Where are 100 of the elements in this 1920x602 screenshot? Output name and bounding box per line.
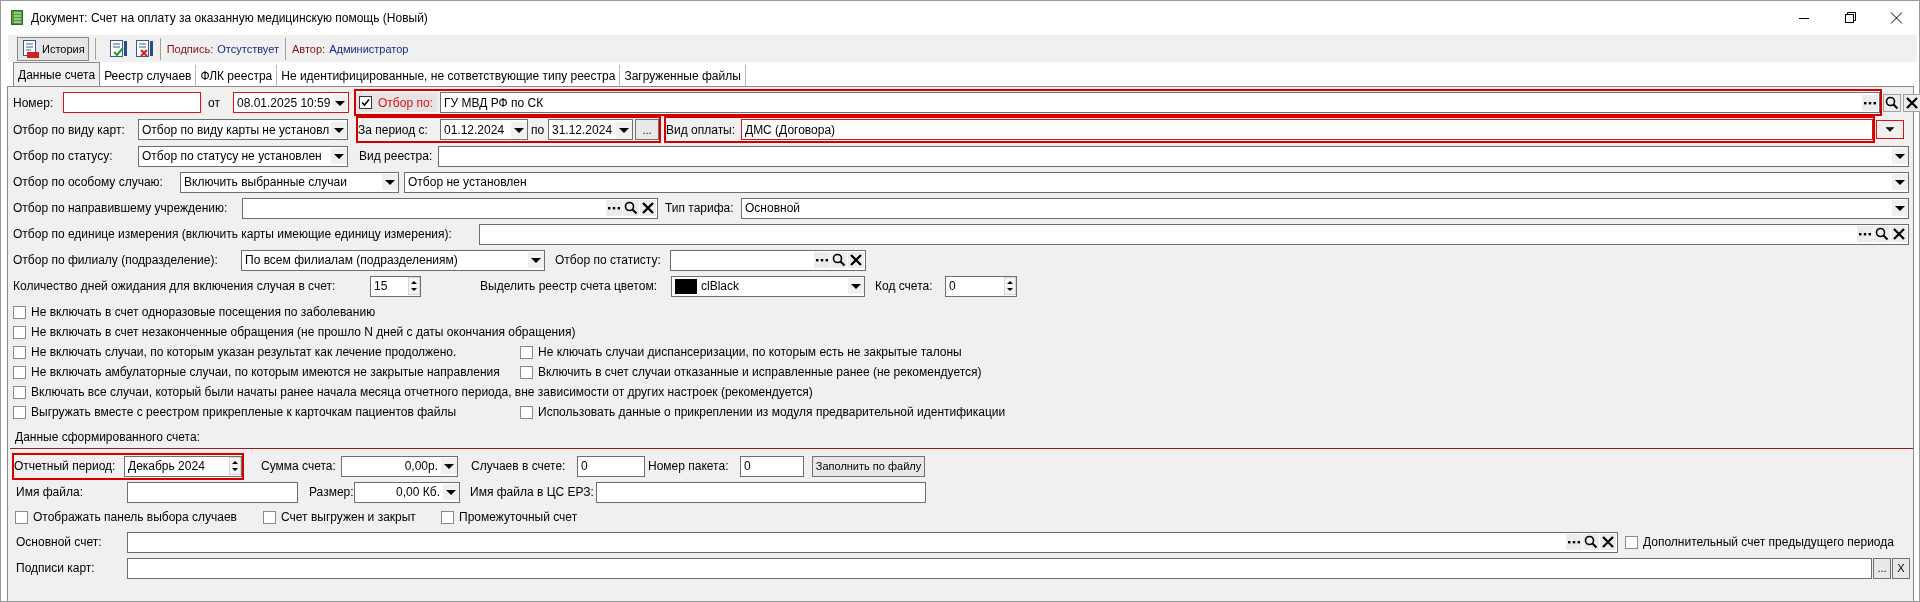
window-title: Документ: Счет на оплату за оказанную медицинскую помощь (Новый) [31,10,428,25]
date-field[interactable]: 31.12.2024 [548,119,633,140]
checkbox[interactable]: Использовать данные о прикреплении из модуля предварительной идентификации [520,405,1006,419]
dropdown[interactable]: 0,00р. [341,455,458,477]
field-label: Имя файла: [16,485,84,499]
checkbox[interactable]: Не включать в счет одноразовые посещения по заболеванию [13,305,520,319]
field-label: по [531,122,546,137]
field-label: Номер: [13,95,55,110]
spin-arrows-icon[interactable] [1004,277,1016,295]
dropdown[interactable]: По всем филиалам (подразделениям) [241,249,545,271]
checkbox[interactable]: Не ключать случаи диспансеризации, по которым есть не закрытые талоны [520,345,962,359]
dropdown[interactable]: Включить выбранные случаи [180,171,399,193]
ellipsis-icon[interactable] [1857,226,1873,242]
checkbox[interactable]: Включать все случаи, который были начаты ранее начала месяца отчетного периода, вне зависимости от других настроек (рекомендуется) [13,385,813,399]
field-label: Количество дней ожидания для включения случая в счет: [13,279,337,293]
input-field[interactable]: 0 [577,455,645,477]
lookup-field[interactable] [670,249,866,271]
dropdown[interactable]: Отбор не установлен [404,171,1909,193]
button[interactable]: X [1892,557,1910,579]
caret-icon[interactable] [382,174,398,190]
spin-field[interactable]: Декабрь 2024 [124,455,242,477]
field-label: Подписи карт: [16,561,96,575]
button[interactable]: ... [1873,557,1891,579]
author-label: Автор: [291,42,326,55]
ellipsis-icon[interactable] [1566,534,1582,550]
author-value: Администратор [329,42,409,55]
dropdown[interactable]: Основной [741,197,1909,219]
close-icon[interactable] [640,200,656,216]
field-label: Номер пакета: [648,459,730,473]
color-dropdown[interactable]: clBlack [671,275,865,297]
input-field[interactable]: ДМС (Договора) [741,119,1873,140]
input-field[interactable] [63,92,201,113]
close-icon[interactable] [848,252,864,268]
close-icon[interactable] [1600,534,1616,550]
caret-icon[interactable] [511,121,527,138]
close-icon[interactable] [1903,93,1920,112]
document-check-icon[interactable] [107,38,128,59]
dropdown[interactable]: Отбор по статусу не установлен [138,145,348,167]
caret-icon[interactable] [331,148,347,164]
caret-icon[interactable] [1892,200,1908,216]
checkbox[interactable]: Отображать панель выбора случаев [15,510,263,524]
close-icon[interactable] [1891,226,1907,242]
field-label: от [208,95,221,110]
field-label: Код счета: [875,279,934,293]
ellipsis-icon[interactable] [814,252,830,268]
checkbox[interactable]: Промежуточный счет [441,510,578,524]
field-label: Основной счет: [16,535,103,549]
caret-icon[interactable] [528,252,544,268]
checkbox[interactable]: Дополнительный счет предыдущего периода [1625,535,1894,549]
ledger-icon [11,10,23,25]
spin-field[interactable]: 0 [945,275,1017,297]
caret-icon[interactable] [332,94,348,111]
field-label: Отбор по виду карт: [13,122,126,137]
dropdown[interactable]: Отбор по виду карты не установл [138,119,348,140]
checkbox[interactable]: Не включать амбулаторные случаи, по которым имеются не закрытые направления [13,365,520,379]
caret-icon[interactable] [441,458,457,474]
input-field[interactable]: 0 [740,455,804,477]
lookup-field[interactable] [479,223,1909,245]
search-icon[interactable] [1874,226,1890,242]
spin-arrows-icon[interactable] [408,277,420,295]
lookup-field[interactable] [127,531,1618,553]
dropdown[interactable] [438,145,1909,167]
button[interactable]: Заполнить по файлу [812,455,925,477]
input-field[interactable] [127,557,1872,579]
signature-label: Подпись: [166,42,214,55]
caret-icon[interactable] [1892,148,1908,164]
date-field[interactable]: 01.12.2024 [440,119,528,140]
search-icon[interactable] [623,200,639,216]
caret-icon[interactable] [1892,174,1908,190]
field-label: Вид реестра: [359,149,434,163]
lookup-field[interactable] [242,197,658,219]
button[interactable]: ... [635,119,659,140]
date-field[interactable]: 08.01.2025 10:59 [233,92,349,113]
document-delete-icon[interactable] [133,38,154,59]
checkbox[interactable]: Счет выгружен и закрыт [263,510,441,524]
caret-icon[interactable] [1876,120,1904,139]
checkbox[interactable]: Не включать случаи, по которым указан результат как лечение продолжено. [13,345,520,359]
caret-icon[interactable] [616,121,632,138]
dropdown[interactable]: 0,00 Кб. [354,481,460,503]
caret-icon[interactable] [331,121,347,138]
ellipsis-icon[interactable] [1862,94,1878,111]
caret-icon[interactable] [848,278,864,294]
lookup-field[interactable]: ГУ МВД РФ по СК [440,92,1880,113]
section-title: Данные сформированного счета: [15,430,200,444]
log-document-icon [21,39,39,58]
search-icon[interactable] [831,252,847,268]
tab[interactable]: Данные счета [13,62,101,86]
search-icon[interactable] [1583,534,1599,550]
checkbox[interactable]: Включить в счет случаи отказанные и исправленные ранее (не рекомендуется) [520,365,982,379]
checkbox[interactable]: Отбор по: [356,93,437,112]
input-field[interactable] [596,481,926,503]
input-field[interactable] [127,481,298,503]
spin-arrows-icon[interactable] [229,457,241,475]
checkbox[interactable]: Выгружать вместе с реестром прикрепленые к карточкам пациентов файлы [13,405,520,419]
spin-field[interactable]: 15 [370,275,421,297]
search-icon[interactable] [1883,93,1901,112]
ellipsis-icon[interactable] [606,200,622,216]
caret-icon[interactable] [443,484,459,500]
history-button[interactable]: История [17,36,89,61]
checkbox[interactable]: Не включать в счет незаконченные обращения (не прошло N дней с даты окончания обращения) [13,325,576,339]
